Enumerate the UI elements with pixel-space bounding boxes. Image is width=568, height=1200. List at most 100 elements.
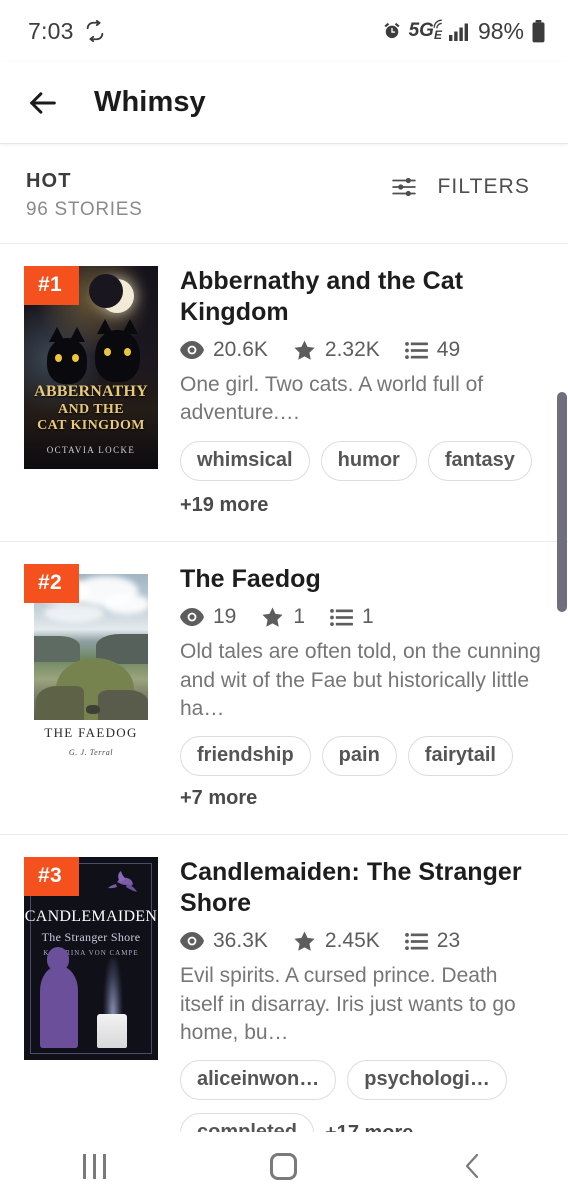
filter-sliders-icon	[390, 174, 418, 200]
star-icon	[293, 339, 316, 361]
story-stats: 20.6K 2.32K 49	[180, 338, 546, 362]
home-icon	[270, 1152, 298, 1180]
story-description: One girl. Two cats. A world full of adve…	[180, 373, 484, 425]
cover-subtitle: The Stranger Shore	[41, 930, 141, 945]
list-header: HOT 96 STORIES FILTERS	[0, 144, 568, 243]
rank-badge: #2	[24, 563, 79, 603]
home-button[interactable]	[229, 1132, 339, 1200]
eye-icon	[180, 608, 204, 627]
star-icon	[261, 606, 284, 628]
cover-author: OCTAVIA LOCKE	[46, 445, 136, 455]
tag-chip[interactable]: humor	[320, 440, 417, 481]
alarm-clock-icon	[382, 21, 402, 41]
back-button[interactable]	[418, 1132, 528, 1200]
cover-title-line1: ABBERNATHY	[34, 383, 148, 401]
cover-title-line3: CAT KINGDOM	[37, 418, 145, 434]
phone-screen: 7:03 5G E 98% Whimsy HOT 96 STORIES FILT…	[0, 0, 568, 1200]
views-count: 36.3K	[213, 929, 268, 953]
status-bar: 7:03 5G E 98%	[0, 0, 568, 62]
back-chevron-icon	[460, 1151, 486, 1181]
story-stats: 36.3K 2.45K 23	[180, 929, 546, 953]
story-count: 96 STORIES	[26, 199, 143, 220]
status-bar-right: 5G E 98%	[382, 18, 546, 45]
votes-count: 1	[293, 605, 306, 629]
story-stats: 19 1 1	[180, 605, 546, 629]
recents-button[interactable]	[40, 1132, 150, 1200]
cover-title: ABBERNATHY AND THE CAT KINGDOM	[24, 383, 158, 435]
tags-more-label[interactable]: +7 more	[180, 787, 257, 810]
cover-title: CANDLEMAIDEN	[24, 908, 158, 926]
list-lines-icon	[404, 932, 428, 951]
tags-more-label[interactable]: +19 more	[180, 494, 546, 517]
moon-icon	[89, 274, 134, 313]
parts-stat: 1	[330, 605, 374, 629]
girl-silhouette	[40, 947, 78, 1049]
app-bar: Whimsy	[0, 62, 568, 144]
cover-wrapper[interactable]: #1 ABBERNATHY AND THE CAT KINGDOM OCTAVI…	[24, 266, 158, 517]
battery-full-icon	[531, 19, 546, 43]
list-lines-icon	[404, 341, 428, 360]
recents-icon	[83, 1153, 107, 1179]
hummingbird-icon	[108, 871, 137, 893]
eye-icon	[180, 341, 204, 359]
story-tags: friendship pain fairytail +7 more	[180, 736, 546, 810]
story-card[interactable]: #3 CANDLEMAIDEN The Stranger Shore KATER…	[0, 834, 568, 1178]
candle-icon	[97, 1014, 127, 1049]
tag-chip[interactable]: fairytail	[407, 736, 513, 777]
views-stat: 20.6K	[180, 338, 268, 362]
tag-chip[interactable]: aliceinwon…	[180, 1060, 337, 1101]
story-description: Old tales are often told, on the cunning…	[180, 640, 541, 720]
status-time: 7:03	[28, 17, 74, 44]
story-card[interactable]: #1 ABBERNATHY AND THE CAT KINGDOM OCTAVI…	[0, 243, 568, 541]
back-arrow-icon[interactable]	[26, 86, 60, 120]
story-title[interactable]: Candlemaiden: The Stranger Shore	[180, 857, 546, 918]
views-count: 19	[213, 605, 237, 629]
votes-count: 2.45K	[324, 929, 380, 953]
parts-count: 23	[436, 929, 461, 953]
story-info: Candlemaiden: The Stranger Shore 36.3K 2…	[180, 857, 558, 1154]
network-label: 5G	[408, 20, 434, 41]
tag-chip[interactable]: pain	[321, 736, 397, 777]
tag-chip[interactable]: whimsical	[180, 440, 310, 481]
story-description: Evil spirits. A cursed prince. Death its…	[180, 964, 516, 1044]
signal-bars-icon	[448, 22, 471, 41]
parts-stat: 23	[404, 929, 461, 953]
sync-rotate-icon	[84, 20, 106, 42]
cat-silhouette	[95, 319, 140, 382]
cover-wrapper[interactable]: #3 CANDLEMAIDEN The Stranger Shore KATER…	[24, 857, 158, 1153]
rank-badge: #1	[24, 266, 79, 305]
cat-silhouette	[47, 327, 87, 384]
cover-author: G. J. Terral	[68, 747, 114, 757]
battery-percent: 98%	[477, 17, 524, 44]
story-title[interactable]: Abbernathy and the Cat Kingdom	[180, 266, 546, 327]
list-header-labels: HOT 96 STORIES	[26, 170, 142, 221]
filters-label: FILTERS	[437, 175, 530, 198]
cover-title-line2: AND THE	[58, 401, 124, 417]
page-title: Whimsy	[94, 86, 206, 118]
tag-chip[interactable]: friendship	[180, 736, 311, 777]
filters-button[interactable]: FILTERS	[390, 170, 531, 200]
section-label: HOT	[26, 170, 72, 192]
votes-stat: 2.32K	[293, 338, 380, 362]
list-lines-icon	[330, 608, 353, 627]
cover-author: KATERINA VON CAMPE	[43, 949, 139, 958]
views-count: 20.6K	[213, 338, 268, 361]
cover-wrapper[interactable]: #2 THE FAEDOG G. J. Terral	[24, 563, 158, 811]
story-tags: whimsical humor fantasy	[180, 440, 546, 481]
story-info: Abbernathy and the Cat Kingdom 20.6K 2.3…	[180, 266, 558, 517]
views-stat: 19	[180, 605, 236, 629]
story-title[interactable]: The Faedog	[180, 564, 546, 595]
tag-chip[interactable]: fantasy	[427, 440, 532, 481]
cover-title: THE FAEDOG	[44, 724, 138, 740]
star-icon	[293, 930, 316, 952]
votes-stat: 2.45K	[293, 929, 380, 953]
network-5ge-icon: 5G E	[408, 19, 442, 42]
tag-chip[interactable]: psychologi…	[347, 1060, 507, 1101]
smoke-icon	[104, 958, 122, 1017]
eye-icon	[180, 932, 204, 951]
status-bar-left: 7:03	[28, 18, 106, 45]
scrollbar-thumb[interactable]	[557, 392, 567, 612]
parts-count: 49	[436, 338, 461, 361]
story-card[interactable]: #2 THE FAEDOG G. J. Terral The Faedog 19…	[0, 540, 568, 835]
system-nav-bar	[0, 1132, 568, 1200]
